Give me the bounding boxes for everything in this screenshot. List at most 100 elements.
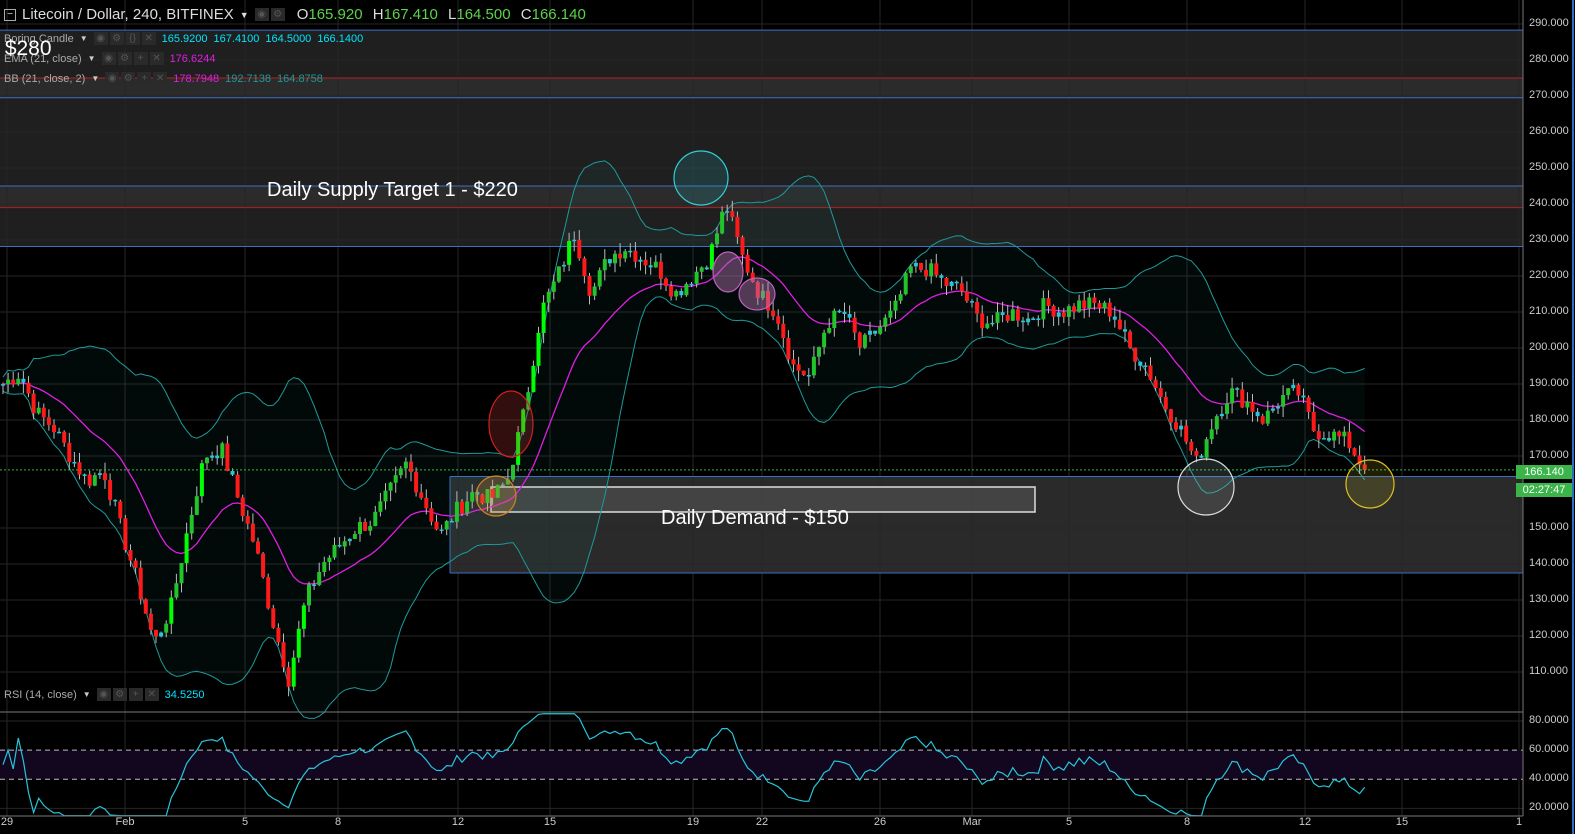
add-icon[interactable]: + bbox=[128, 688, 143, 701]
candle-body bbox=[674, 290, 679, 297]
candle-body bbox=[46, 417, 51, 425]
time-axis-label: 5 bbox=[241, 816, 249, 828]
candle-body bbox=[602, 259, 607, 271]
candle-body bbox=[944, 277, 949, 287]
candle-body bbox=[975, 301, 980, 314]
candle-body bbox=[664, 278, 668, 286]
indicator-value: 164.8758 bbox=[277, 72, 323, 85]
candle-body bbox=[939, 275, 944, 278]
candle-body bbox=[536, 332, 541, 366]
indicator-legend-boring-candle: Boring Candle ▼ ◉ ⚙{} ✕ 165.9200 167.4100 1… bbox=[4, 32, 363, 45]
symbol-title[interactable]: Litecoin / Dollar, 240, BITFINEX bbox=[22, 6, 234, 23]
candle-body bbox=[873, 330, 878, 334]
dropdown-icon[interactable]: ▼ bbox=[240, 10, 249, 20]
candle-body bbox=[97, 473, 102, 476]
gear-icon[interactable]: ⚙ bbox=[117, 52, 132, 65]
dropdown-icon[interactable]: ▼ bbox=[91, 74, 99, 83]
close-icon[interactable]: ✕ bbox=[141, 32, 156, 45]
close-icon[interactable]: ✕ bbox=[153, 72, 168, 85]
indicator-label[interactable]: RSI (14, close) bbox=[4, 689, 77, 701]
candle-body bbox=[154, 629, 158, 637]
gear-icon[interactable]: ⚙ bbox=[109, 32, 124, 45]
annotation-circle bbox=[712, 251, 744, 293]
collapse-icon[interactable]: − bbox=[4, 8, 16, 21]
candle-body bbox=[1026, 318, 1031, 323]
open-value: 165.920 bbox=[308, 6, 363, 23]
candle-body bbox=[582, 258, 587, 277]
candle-body bbox=[1015, 309, 1020, 321]
candle-body bbox=[1107, 302, 1112, 317]
eye-icon[interactable]: ◉ bbox=[254, 8, 269, 21]
price-axis-label: 230.000 bbox=[1529, 233, 1569, 245]
candle-body bbox=[424, 497, 429, 509]
source-code-icon[interactable]: {} bbox=[125, 32, 140, 45]
candle-body bbox=[41, 407, 46, 418]
candle-body bbox=[720, 211, 725, 234]
candle-body bbox=[919, 262, 923, 270]
candle-body bbox=[189, 514, 194, 534]
candle-body bbox=[1225, 403, 1229, 414]
price-axis-label: 240.000 bbox=[1529, 197, 1569, 209]
add-icon[interactable]: + bbox=[133, 52, 148, 65]
eye-icon[interactable]: ◉ bbox=[101, 52, 116, 65]
candle-body bbox=[92, 475, 97, 486]
candle-body bbox=[276, 627, 281, 643]
time-axis-label: 12 bbox=[1298, 816, 1312, 828]
dropdown-icon[interactable]: ▼ bbox=[88, 54, 96, 63]
candle-body bbox=[1209, 429, 1214, 440]
candle-body bbox=[113, 499, 118, 502]
candle-body bbox=[837, 310, 842, 313]
candle-body bbox=[169, 597, 174, 624]
close-icon[interactable]: ✕ bbox=[149, 52, 164, 65]
close-icon[interactable]: ✕ bbox=[144, 688, 159, 701]
candle-body bbox=[1321, 438, 1326, 440]
candle-body bbox=[1087, 297, 1092, 309]
candle-body bbox=[1031, 318, 1036, 320]
candle-body bbox=[1010, 309, 1015, 321]
gear-icon[interactable]: ⚙ bbox=[121, 72, 136, 85]
candle-body bbox=[1102, 302, 1107, 309]
candle-body bbox=[735, 216, 740, 238]
dropdown-icon[interactable]: ▼ bbox=[83, 690, 91, 699]
indicator-value: 192.7138 bbox=[225, 72, 272, 85]
indicator-value: 167.4100 bbox=[213, 32, 260, 45]
demand-label: Daily Demand - $150 bbox=[661, 507, 849, 529]
candle-body bbox=[403, 461, 408, 469]
price-axis-label: 110.000 bbox=[1529, 665, 1568, 677]
candle-body bbox=[465, 501, 470, 514]
eye-icon[interactable]: ◉ bbox=[105, 72, 120, 85]
add-icon[interactable]: + bbox=[137, 72, 152, 85]
candle-body bbox=[684, 284, 689, 296]
candle-body bbox=[327, 557, 332, 563]
gear-icon[interactable]: ⚙ bbox=[270, 8, 285, 21]
candle-body bbox=[669, 285, 674, 297]
price-axis-label: 250.000 bbox=[1529, 161, 1569, 173]
ohlc-values: O165.920 H167.410 L164.500 C166.140 bbox=[291, 6, 586, 23]
candle-body bbox=[592, 286, 597, 296]
candle-body bbox=[1347, 431, 1352, 449]
price-axis-label: 190.000 bbox=[1529, 377, 1569, 389]
candle-body bbox=[164, 623, 169, 633]
eye-icon[interactable]: ◉ bbox=[93, 32, 108, 45]
candle-body bbox=[995, 312, 1000, 323]
candle-body bbox=[250, 523, 255, 542]
candle-body bbox=[607, 259, 612, 264]
candle-body bbox=[225, 443, 230, 472]
candle-body bbox=[1245, 401, 1250, 408]
price-axis-label: 130.000 bbox=[1529, 593, 1569, 605]
candle-body bbox=[143, 599, 148, 614]
indicator-label[interactable]: BB (21, close, 2) bbox=[4, 73, 85, 85]
indicator-value: 165.9200 bbox=[161, 32, 208, 45]
candle-body bbox=[1270, 408, 1275, 411]
candle-body bbox=[868, 330, 872, 335]
candle-body bbox=[419, 492, 424, 498]
candle-body bbox=[1286, 388, 1291, 396]
eye-icon[interactable]: ◉ bbox=[96, 688, 111, 701]
gear-icon[interactable]: ⚙ bbox=[112, 688, 127, 701]
candle-body bbox=[36, 407, 41, 414]
candle-body bbox=[449, 521, 454, 523]
dropdown-icon[interactable]: ▼ bbox=[80, 34, 88, 43]
candle-body bbox=[1219, 413, 1224, 417]
candle-body bbox=[26, 382, 31, 394]
chart-canvas[interactable] bbox=[0, 0, 1575, 834]
